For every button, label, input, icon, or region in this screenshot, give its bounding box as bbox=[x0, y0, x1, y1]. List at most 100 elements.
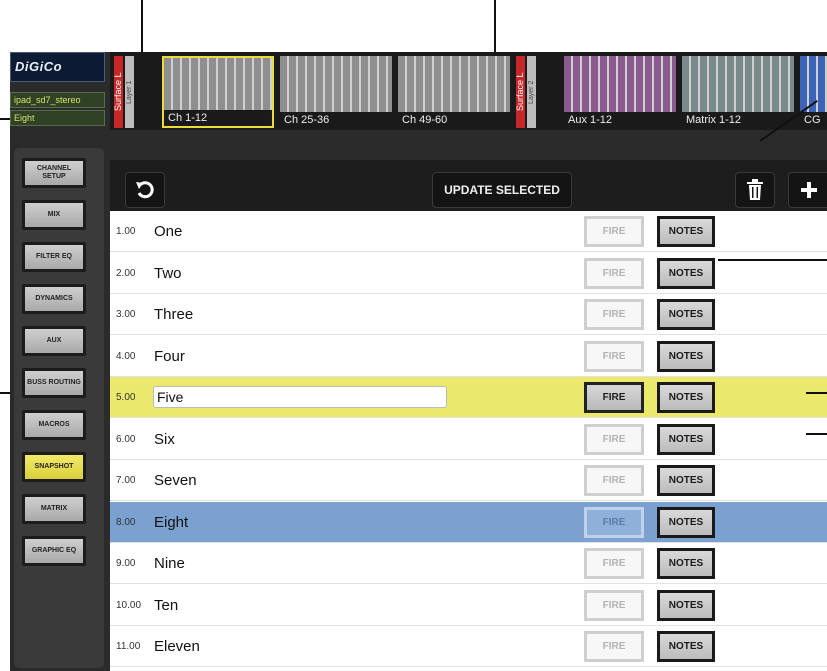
sidebar-item-channel-setup[interactable]: CHANNEL SETUP bbox=[22, 158, 86, 188]
bank-label: Ch 25-36 bbox=[284, 114, 330, 126]
digico-snapshot-app: DiGiCo ipad_sd7_stereo Eight Surface L L… bbox=[10, 52, 827, 671]
list-item[interactable]: 7.00 Seven FIRE NOTES bbox=[110, 460, 827, 501]
bank-faders bbox=[280, 56, 392, 112]
fire-button[interactable]: FIRE bbox=[584, 589, 644, 621]
list-item[interactable]: 5.00 Five FIRE NOTES bbox=[110, 377, 827, 418]
add-snapshot-button[interactable] bbox=[788, 172, 827, 208]
bank-faders bbox=[564, 56, 676, 112]
list-item[interactable]: 6.00 Six FIRE NOTES bbox=[110, 418, 827, 460]
fire-button[interactable]: FIRE bbox=[584, 631, 644, 662]
fire-button[interactable]: FIRE bbox=[584, 465, 644, 496]
callout-line-notes bbox=[718, 259, 827, 261]
snapshot-name: Eight bbox=[154, 513, 189, 531]
list-item[interactable]: 9.00 Nine FIRE NOTES bbox=[110, 543, 827, 584]
undo-button[interactable] bbox=[125, 172, 165, 208]
layer-tag-2: Layer 2 bbox=[527, 56, 536, 128]
fader-bank-strip: Surface L Layer 1 Ch 1-12 Ch 25-36 Ch 49… bbox=[110, 52, 827, 130]
snapshot-number: 9.00 bbox=[116, 558, 136, 569]
snapshot-number: 2.00 bbox=[116, 267, 136, 279]
sidebar-item-aux[interactable]: AUX bbox=[22, 326, 86, 356]
bank-matrix-1-12[interactable]: Matrix 1-12 bbox=[682, 56, 794, 128]
snapshot-list: 1.00 One FIRE NOTES 2.00 Two FIRE NOTES 3.00 Thre… bbox=[110, 211, 827, 671]
bank-ch-49-60[interactable]: Ch 49-60 bbox=[398, 56, 510, 128]
snapshot-name: Seven bbox=[154, 472, 197, 489]
callout-line-info bbox=[0, 118, 10, 120]
layer-tag-1: Layer 1 bbox=[125, 56, 134, 128]
fire-button[interactable]: FIRE bbox=[584, 216, 644, 247]
callout-line-yellow-row bbox=[806, 392, 827, 394]
notes-button[interactable]: NOTES bbox=[657, 548, 715, 579]
snapshot-name: Ten bbox=[154, 596, 179, 614]
snapshot-name: Nine bbox=[154, 555, 185, 572]
list-item[interactable]: 11.00 Eleven FIRE NOTES bbox=[110, 626, 827, 667]
list-item[interactable]: 4.00 Four FIRE NOTES bbox=[110, 335, 827, 377]
snapshot-name: Six bbox=[154, 430, 175, 448]
snapshot-name-input[interactable]: Five bbox=[153, 386, 447, 408]
fire-button[interactable]: FIRE bbox=[584, 382, 644, 413]
fire-button[interactable]: FIRE bbox=[584, 340, 644, 372]
bank-label: Matrix 1-12 bbox=[686, 114, 742, 126]
digico-logo: DiGiCo bbox=[10, 52, 105, 82]
sidebar-item-graphic-eq[interactable]: GRAPHIC EQ bbox=[22, 536, 86, 566]
sidebar-panel: CHANNEL SETUP MIX FILTER EQ DYNAMICS AUX… bbox=[14, 148, 104, 668]
list-item[interactable]: 3.00 Three FIRE NOTES bbox=[110, 294, 827, 335]
plus-icon bbox=[801, 182, 817, 198]
notes-button[interactable]: NOTES bbox=[657, 340, 715, 372]
bank-label: Aux 1-12 bbox=[568, 114, 613, 126]
sidebar-item-filter-eq[interactable]: FILTER EQ bbox=[22, 242, 86, 272]
snapshot-name: One bbox=[154, 223, 183, 240]
notes-button[interactable]: NOTES bbox=[657, 216, 715, 247]
bank-label: Ch 49-60 bbox=[402, 114, 448, 126]
sidebar-item-snapshot[interactable]: SNAPSHOT bbox=[22, 452, 86, 482]
bank-cg[interactable]: CG bbox=[800, 56, 827, 128]
current-snapshot-name: Eight bbox=[10, 110, 105, 126]
notes-button[interactable]: NOTES bbox=[657, 589, 715, 621]
notes-button[interactable]: NOTES bbox=[657, 382, 715, 413]
notes-button[interactable]: NOTES bbox=[657, 506, 715, 538]
snapshot-toolbar: UPDATE SELECTED bbox=[110, 160, 827, 211]
snapshot-name: Three bbox=[154, 306, 194, 323]
snapshot-number: 1.00 bbox=[116, 226, 136, 237]
bank-ch-25-36[interactable]: Ch 25-36 bbox=[280, 56, 392, 128]
bank-label: Ch 1-12 bbox=[168, 112, 208, 124]
bank-ch-1-12[interactable]: Ch 1-12 bbox=[162, 56, 274, 128]
fire-button[interactable]: FIRE bbox=[584, 506, 644, 538]
notes-button[interactable]: NOTES bbox=[657, 423, 715, 455]
snapshot-number: 5.00 bbox=[116, 392, 136, 403]
list-item[interactable]: 10.00 Ten FIRE NOTES bbox=[110, 584, 827, 626]
sidebar-item-mix[interactable]: MIX bbox=[22, 200, 86, 230]
list-item[interactable]: 8.00 Eight FIRE NOTES bbox=[110, 501, 827, 543]
snapshot-number: 6.00 bbox=[116, 433, 136, 445]
fire-button[interactable]: FIRE bbox=[584, 548, 644, 579]
session-name: ipad_sd7_stereo bbox=[10, 92, 105, 108]
sidebar-item-macros[interactable]: MACROS bbox=[22, 410, 86, 440]
surface-tag-1: Surface L bbox=[113, 56, 123, 128]
notes-button[interactable]: NOTES bbox=[657, 257, 715, 289]
sidebar: CHANNEL SETUP MIX FILTER EQ DYNAMICS AUX… bbox=[10, 130, 105, 671]
fire-button[interactable]: FIRE bbox=[584, 423, 644, 455]
snapshot-number: 11.00 bbox=[116, 641, 141, 652]
list-item[interactable]: 1.00 One FIRE NOTES bbox=[110, 211, 827, 252]
snapshot-number: 4.00 bbox=[116, 350, 136, 362]
logo-text: DiGiCo bbox=[15, 59, 63, 74]
update-selected-button[interactable]: UPDATE SELECTED bbox=[432, 172, 572, 208]
callout-line-blue-row bbox=[806, 433, 827, 435]
snapshot-name: Four bbox=[154, 347, 185, 365]
snapshot-name: Eleven bbox=[154, 638, 200, 655]
bank-faders bbox=[164, 58, 272, 110]
notes-button[interactable]: NOTES bbox=[657, 299, 715, 330]
sidebar-item-dynamics[interactable]: DYNAMICS bbox=[22, 284, 86, 314]
sidebar-item-buss-routing[interactable]: BUSS ROUTING bbox=[22, 368, 86, 398]
snapshot-number: 7.00 bbox=[116, 475, 136, 486]
snapshot-name: Two bbox=[154, 264, 182, 282]
notes-button[interactable]: NOTES bbox=[657, 465, 715, 496]
bank-aux-1-12[interactable]: Aux 1-12 bbox=[564, 56, 676, 128]
notes-button[interactable]: NOTES bbox=[657, 631, 715, 662]
fire-button[interactable]: FIRE bbox=[584, 257, 644, 289]
snapshot-number: 8.00 bbox=[116, 516, 136, 528]
sidebar-item-matrix[interactable]: MATRIX bbox=[22, 494, 86, 524]
delete-button[interactable] bbox=[735, 172, 775, 208]
fire-button[interactable]: FIRE bbox=[584, 299, 644, 330]
bank-label: CG bbox=[804, 114, 821, 126]
bank-faders bbox=[682, 56, 794, 112]
